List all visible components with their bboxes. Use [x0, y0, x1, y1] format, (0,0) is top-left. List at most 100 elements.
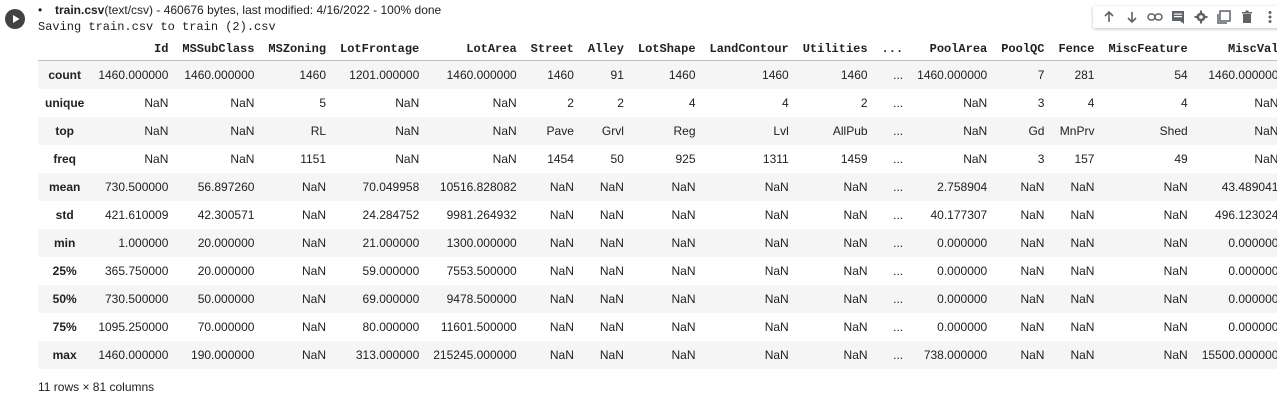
table-cell: 20.000000 — [197, 236, 255, 250]
mirror-cell-button[interactable] — [1212, 7, 1235, 27]
table-cell: NaN — [1070, 292, 1095, 306]
row-index-label: mean — [48, 180, 81, 194]
column-header — [38, 38, 92, 61]
table-cell: NaN — [492, 124, 517, 138]
table-cell: 365.750000 — [105, 264, 169, 278]
header-row: Id MSSubClass MSZoning LotFrontage LotArea St… — [38, 38, 1277, 61]
table-cell: NaN — [1163, 264, 1188, 278]
table-cell: MnPrv — [1059, 124, 1095, 138]
table-cell: NaN — [1020, 320, 1045, 334]
saving-message: Saving train.csv to train (2).csv — [38, 20, 276, 34]
table-cell: Shed — [1159, 124, 1188, 138]
table-cell: 1460 — [668, 68, 696, 82]
table-cell: NaN — [549, 264, 574, 278]
row-index-label: 50% — [52, 292, 77, 306]
table-cell: NaN — [1070, 208, 1095, 222]
table-cell: NaN — [549, 292, 574, 306]
more-options-button[interactable] — [1258, 7, 1277, 27]
mirror-cell-icon — [1216, 10, 1231, 24]
table-cell: ... — [893, 152, 904, 166]
table-cell: NaN — [1070, 320, 1095, 334]
row-index-label: unique — [45, 96, 85, 110]
column-header: Utilities — [795, 38, 875, 61]
table-cell: 80.000000 — [362, 320, 420, 334]
table-cell: NaN — [1020, 264, 1045, 278]
table-cell: 56.897260 — [197, 180, 255, 194]
table-cell: 70.000000 — [197, 320, 255, 334]
table-cell: 215245.000000 — [433, 348, 517, 362]
comment-button[interactable] — [1166, 7, 1189, 27]
table-cell: 50.000000 — [197, 292, 255, 306]
table-cell: 2 — [567, 96, 574, 110]
table-cell: NaN — [302, 208, 327, 222]
row-index-label: count — [48, 68, 81, 82]
table-cell: NaN — [843, 180, 868, 194]
move-up-button[interactable] — [1097, 7, 1120, 27]
table-cell: 54 — [1174, 68, 1188, 82]
table-cell: NaN — [1163, 348, 1188, 362]
table-cell: 1311 — [762, 152, 789, 166]
table-cell: 43.489041 — [1221, 180, 1277, 194]
table-cell: 69.000000 — [362, 292, 420, 306]
table-cell: 20.000000 — [197, 264, 255, 278]
table-cell: NaN — [764, 208, 789, 222]
table-cell: NaN — [764, 348, 789, 362]
table-cell: ... — [893, 124, 904, 138]
column-header: PoolQC — [994, 38, 1052, 61]
table-cell: 3 — [1037, 152, 1045, 166]
table-cell: 1460.000000 — [917, 68, 988, 82]
settings-button[interactable] — [1189, 7, 1212, 27]
table-cell: NaN — [599, 348, 624, 362]
row-index-label: min — [53, 236, 76, 250]
table-cell: NaN — [230, 96, 255, 110]
table-row: min 1.000000 20.000000 NaN 21.000000 1300.000… — [38, 229, 1277, 257]
table-cell: 496.123024 — [1215, 208, 1277, 222]
table-cell: 0.000000 — [937, 320, 988, 334]
describe-output-table: Id MSSubClass MSZoning LotFrontage LotArea St… — [38, 38, 1277, 374]
table-cell: 1459 — [840, 152, 868, 166]
dataframe: Id MSSubClass MSZoning LotFrontage LotArea St… — [38, 38, 1277, 369]
column-header: Street — [523, 38, 581, 61]
table-cell: NaN — [549, 320, 574, 334]
column-header: MSSubClass — [175, 38, 262, 61]
table-cell: 21.000000 — [362, 236, 420, 250]
table-cell: 1.000000 — [118, 236, 169, 250]
table-cell: 2.758904 — [937, 180, 988, 194]
table-cell: NaN — [963, 124, 988, 138]
table-cell: NaN — [671, 180, 696, 194]
table-cell: NaN — [843, 236, 868, 250]
table-cell: 7553.500000 — [446, 264, 517, 278]
table-row: count 1460.000000 1460.000000 1460 1201.0000… — [38, 60, 1277, 89]
move-down-button[interactable] — [1120, 7, 1143, 27]
table-row: 50% 730.500000 50.000000 NaN 69.000000 9478.5… — [38, 285, 1277, 313]
table-row: max 1460.000000 190.000000 NaN 313.000000 215… — [38, 341, 1277, 369]
table-cell: 49 — [1174, 152, 1188, 166]
table-cell: 925 — [675, 152, 696, 166]
table-cell: NaN — [671, 348, 696, 362]
table-cell: NaN — [671, 236, 696, 250]
table-cell: ... — [893, 208, 904, 222]
table-cell: 1454 — [547, 152, 574, 166]
table-cell: ... — [893, 348, 904, 362]
table-cell: NaN — [302, 180, 327, 194]
column-header: Fence — [1051, 38, 1102, 61]
table-cell: NaN — [764, 292, 789, 306]
table-cell: NaN — [1020, 348, 1045, 362]
table-cell: NaN — [843, 292, 868, 306]
table-cell: 0.000000 — [937, 236, 988, 250]
table-cell: 1300.000000 — [446, 236, 517, 250]
link-button[interactable] — [1143, 7, 1166, 27]
table-cell: 0.000000 — [1228, 320, 1277, 334]
link-icon — [1146, 13, 1163, 21]
table-cell: 15500.000000 — [1201, 348, 1277, 362]
table-cell: NaN — [1163, 208, 1188, 222]
table-cell: NaN — [1254, 152, 1277, 166]
table-cell: NaN — [963, 152, 988, 166]
table-cell: 313.000000 — [355, 348, 420, 362]
table-cell: NaN — [549, 208, 574, 222]
table-cell: 1460.000000 — [98, 348, 169, 362]
run-cell-button[interactable] — [5, 9, 25, 29]
delete-button[interactable] — [1235, 7, 1258, 27]
table-cell: NaN — [963, 96, 988, 110]
table-cell: Grvl — [601, 124, 624, 138]
